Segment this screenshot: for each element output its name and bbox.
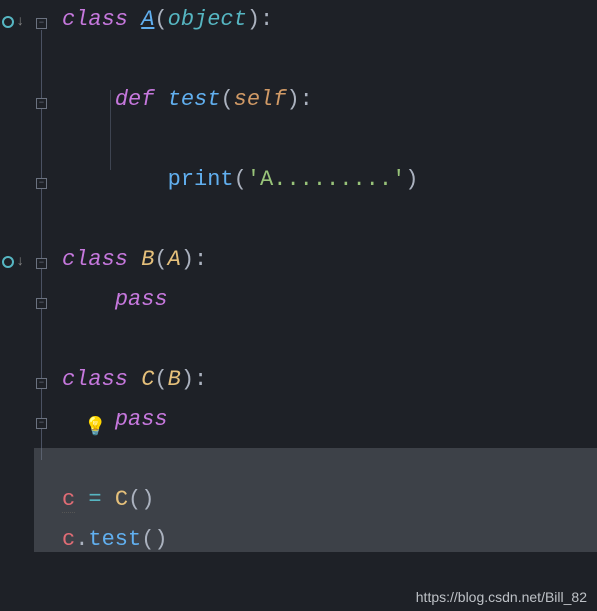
override-marker-icon[interactable]: ↓	[2, 254, 24, 270]
fold-toggle-icon[interactable]: −	[36, 18, 47, 29]
code-line[interactable]	[62, 320, 597, 360]
fold-toggle-icon[interactable]: −	[36, 378, 47, 389]
code-line[interactable]: class B(A):	[62, 240, 597, 280]
code-line[interactable]: pass	[62, 280, 597, 320]
code-line[interactable]	[62, 200, 597, 240]
code-area[interactable]: 💡 class A(object): def test(self): print…	[48, 0, 597, 611]
fold-toggle-icon[interactable]: −	[36, 98, 47, 109]
code-editor[interactable]: ↓ ↓ − − − − − − − 💡 class A(object): def…	[0, 0, 597, 611]
fold-toggle-icon[interactable]: −	[36, 178, 47, 189]
watermark-text: https://blog.csdn.net/Bill_82	[416, 589, 587, 605]
code-line[interactable]: class C(B):	[62, 360, 597, 400]
code-line[interactable]	[62, 120, 597, 160]
fold-toggle-icon[interactable]: −	[36, 418, 47, 429]
override-marker-icon[interactable]: ↓	[2, 14, 24, 30]
code-line[interactable]: print('A.........')	[62, 160, 597, 200]
code-line[interactable]: pass	[62, 400, 597, 440]
fold-toggle-icon[interactable]: −	[36, 298, 47, 309]
lightbulb-icon[interactable]: 💡	[84, 416, 106, 438]
code-line[interactable]: class A(object):	[62, 0, 597, 40]
code-line[interactable]	[62, 40, 597, 80]
fold-toggle-icon[interactable]: −	[36, 258, 47, 269]
code-line[interactable]: def test(self):	[62, 80, 597, 120]
